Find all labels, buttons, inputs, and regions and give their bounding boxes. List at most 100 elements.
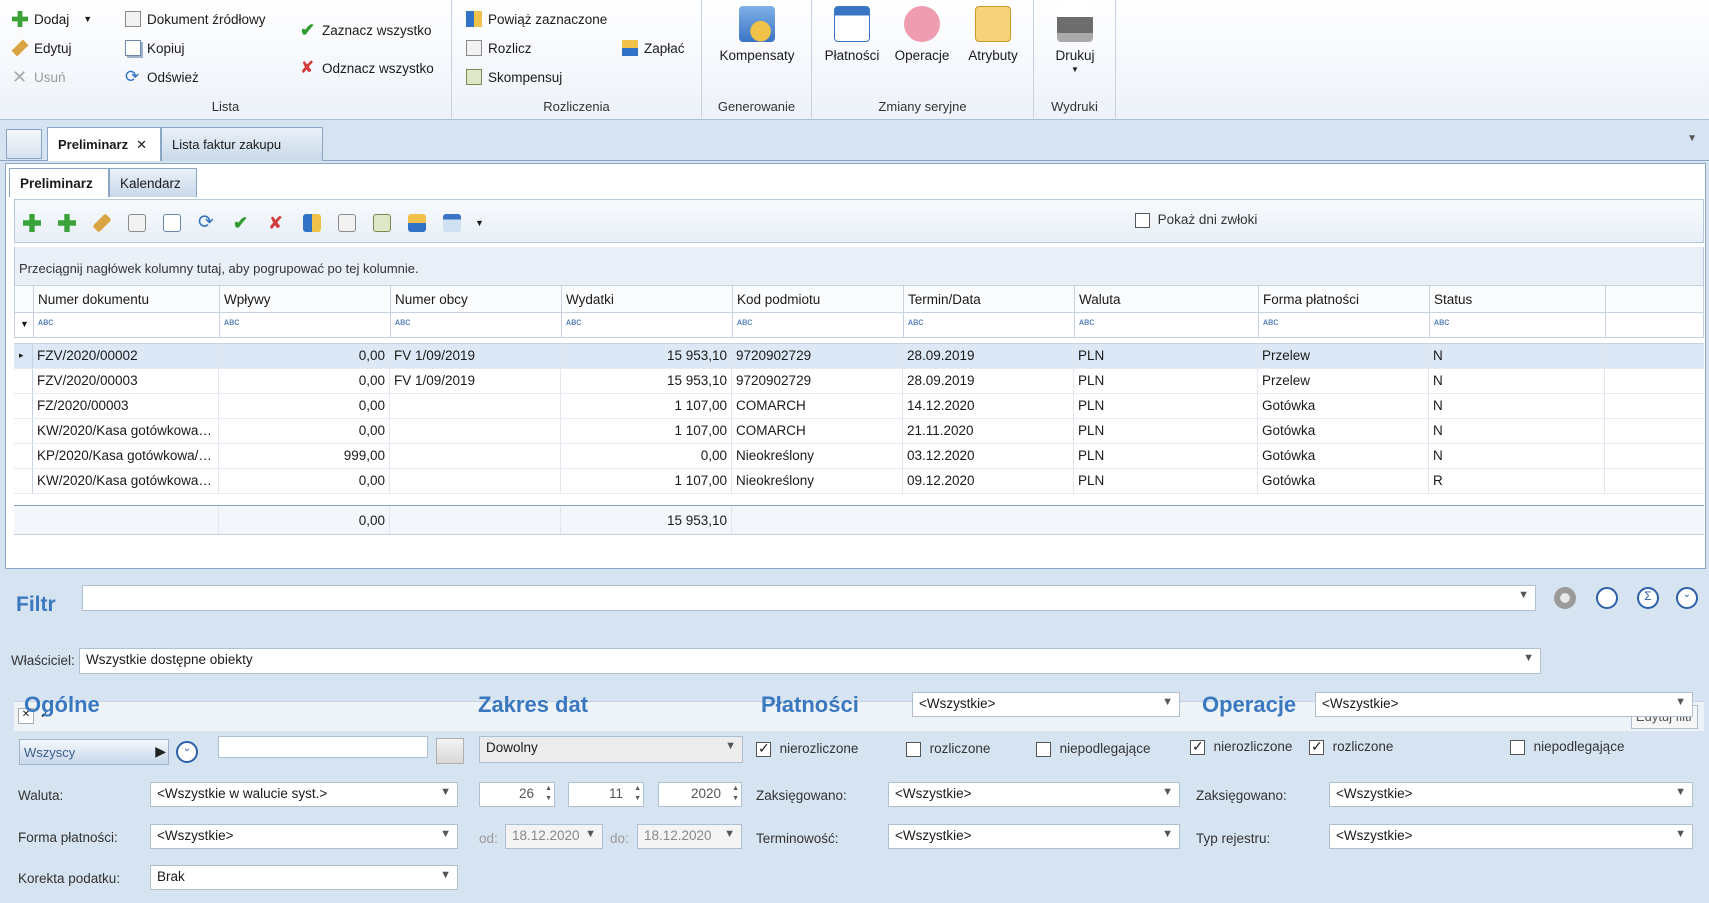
chevron-down-icon[interactable]: ▼ (1523, 652, 1534, 664)
chevron-down-icon[interactable]: ▼ (1162, 696, 1173, 708)
chevron-down-icon[interactable]: ▼ (725, 740, 736, 752)
register-type-select[interactable]: <Wszystkie> ▼ (1329, 824, 1693, 849)
column-filter-icon[interactable]: ᴀʙᴄ (733, 313, 904, 337)
pay-button[interactable]: Zapłać (622, 37, 685, 59)
column-header[interactable]: Wpływy (220, 286, 391, 312)
deselect-all-button[interactable]: ✘ Odznacz wszystko (300, 57, 434, 79)
link-selected-button[interactable]: Powiąż zaznaczone (466, 8, 607, 30)
filter-expression-input[interactable]: ▼ (82, 585, 1536, 611)
eraser-icon[interactable] (436, 738, 464, 764)
refresh-icon[interactable]: ⟳ (198, 213, 216, 232)
add-similar-icon[interactable] (58, 214, 76, 232)
year-spinner[interactable]: 2020 ▲ ▼ (658, 782, 742, 807)
chevron-down-icon[interactable]: ▼ (1518, 589, 1529, 601)
table-row[interactable]: KW/2020/Kasa gotówkowa/000020,00 1 107,00… (14, 469, 1704, 494)
compensations-button[interactable]: Kompensaty (702, 6, 812, 63)
sum-icon[interactable]: Σ (1637, 587, 1659, 609)
tab-preliminarz-sub[interactable]: Preliminarz (9, 168, 109, 197)
who-selector[interactable]: Wszyscy ▶ (19, 739, 169, 765)
payments-settled-checkbox[interactable]: rozliczone (906, 741, 990, 758)
spin-arrows-icon[interactable]: ▲ ▼ (732, 784, 739, 804)
checkbox[interactable] (1036, 742, 1051, 758)
add-button[interactable]: Dodaj ▼ (12, 8, 92, 30)
tab-kalendarz[interactable]: Kalendarz (109, 168, 197, 197)
timeliness-select[interactable]: <Wszystkie> ▼ (888, 824, 1180, 849)
monitor-icon[interactable] (6, 129, 42, 159)
column-filter-icon[interactable]: ᴀʙᴄ (1430, 313, 1606, 337)
source-document-button[interactable]: Dokument źródłowy (125, 8, 266, 30)
chevron-down-icon[interactable]: ▼ (1162, 828, 1173, 840)
payments-booked-select[interactable]: <Wszystkie> ▼ (888, 782, 1180, 807)
chevron-down-icon[interactable]: ▼ (585, 828, 596, 840)
chevron-down-icon[interactable]: ▼ (1675, 828, 1686, 840)
operations-exempt-checkbox[interactable]: niepodlegające (1510, 739, 1624, 756)
expand-icon[interactable]: ⌄ (176, 741, 198, 763)
checkbox[interactable] (1135, 213, 1150, 229)
table-row[interactable]: FZV/2020/00003 0,00 FV 1/09/2019 15 953,10 9… (14, 369, 1704, 394)
chevron-down-icon[interactable]: ▼ (1162, 786, 1173, 798)
chevron-down-icon[interactable]: ▼ (724, 828, 735, 840)
close-icon[interactable]: ✕ (136, 137, 147, 153)
select-all-button[interactable]: ✔ Zaznacz wszystko (300, 19, 432, 41)
copy-button[interactable]: Kopiuj (125, 37, 185, 59)
operations-booked-select[interactable]: <Wszystkie> ▼ (1329, 782, 1693, 807)
play-icon[interactable]: ▶ (155, 743, 166, 760)
table-row[interactable]: ▸ FZV/2020/00002 0,00 FV 1/09/2019 15 953,10… (14, 344, 1704, 369)
chevron-down-icon[interactable]: ▼ (440, 869, 451, 881)
column-header[interactable]: Wydatki (562, 286, 733, 312)
table-row[interactable]: KW/2020/Kasa gotówkowa/000010,00 1 107,00… (14, 419, 1704, 444)
operations-unsettled-checkbox[interactable]: nierozliczone (1190, 738, 1292, 756)
spin-arrows-icon[interactable]: ▲ ▼ (545, 784, 552, 804)
print-list-icon[interactable] (443, 214, 461, 232)
pay-icon[interactable] (408, 214, 426, 232)
compensate-icon[interactable] (373, 214, 391, 232)
document-icon[interactable] (128, 214, 146, 232)
chevron-down-icon[interactable]: ▼ (1687, 133, 1697, 144)
chevron-down-icon[interactable]: ▼ (1675, 786, 1686, 798)
chevron-down-icon[interactable]: ▼ (1034, 65, 1116, 74)
payments-exempt-checkbox[interactable]: niepodlegające (1036, 741, 1150, 758)
payments-scope-select[interactable]: <Wszystkie> ▼ (912, 692, 1180, 717)
month-spinner[interactable]: 11 ▲ ▼ (568, 782, 644, 807)
checkbox[interactable] (1190, 738, 1205, 756)
show-delay-checkbox[interactable]: Pokaż dni zwłoki (1135, 212, 1257, 229)
currency-select[interactable]: <Wszystkie w walucie syst.> ▼ (150, 782, 458, 807)
operations-scope-select[interactable]: <Wszystkie> ▼ (1315, 692, 1693, 717)
refresh-button[interactable]: ⟳ Odśwież (125, 66, 199, 88)
uncheck-icon[interactable]: ✘ (268, 214, 286, 232)
date-to-input[interactable]: 18.12.2020 ▼ (637, 824, 742, 849)
compensate-button[interactable]: Skompensuj (466, 66, 562, 88)
column-filter-icon[interactable]: ᴀʙᴄ (34, 313, 220, 337)
checkbox[interactable] (756, 740, 771, 758)
payments-button[interactable]: Płatności (820, 6, 884, 63)
column-header[interactable]: Waluta (1075, 286, 1259, 312)
tax-correction-select[interactable]: Brak ▼ (150, 865, 458, 890)
table-row[interactable]: FZ/2020/00003 0,00 1 107,00 COMARCH 14.12.20… (14, 394, 1704, 419)
day-spinner[interactable]: 26 ▲ ▼ (479, 782, 555, 807)
expand-icon[interactable]: ⌄ (1676, 587, 1698, 609)
checkbox[interactable] (1309, 738, 1324, 756)
column-header[interactable]: Numer obcy (391, 286, 562, 312)
column-header[interactable]: Kod podmiotu (733, 286, 904, 312)
chevron-down-icon[interactable]: ▼ (440, 828, 451, 840)
chevron-down-icon[interactable]: ▼ (83, 14, 92, 24)
column-filter-icon[interactable]: ᴀʙᴄ (391, 313, 562, 337)
date-from-input[interactable]: 18.12.2020 ▼ (505, 824, 603, 849)
chevron-down-icon[interactable]: ▼ (475, 218, 484, 228)
payment-form-select[interactable]: <Wszystkie> ▼ (150, 824, 458, 849)
checkmark-icon[interactable]: ✔ (233, 214, 251, 232)
copy-icon[interactable] (163, 214, 181, 232)
column-filter-icon[interactable]: ᴀʙᴄ (562, 313, 733, 337)
attributes-button[interactable]: Atrybuty (958, 6, 1028, 63)
column-filter-icon[interactable]: ᴀʙᴄ (1075, 313, 1259, 337)
chevron-down-icon[interactable]: ▼ (440, 786, 451, 798)
who-input[interactable] (218, 736, 428, 758)
checkbox[interactable] (906, 742, 921, 758)
tab-lista-faktur-zakupu[interactable]: Lista faktur zakupu (161, 127, 323, 161)
settle-button[interactable]: Rozlicz (466, 37, 532, 59)
wrench-icon[interactable] (92, 213, 112, 233)
operations-button[interactable]: Operacje (890, 6, 954, 63)
payments-unsettled-checkbox[interactable]: nierozliczone (756, 740, 858, 758)
add-icon[interactable] (23, 214, 41, 232)
tab-preliminarz[interactable]: Preliminarz ✕ (47, 127, 161, 161)
